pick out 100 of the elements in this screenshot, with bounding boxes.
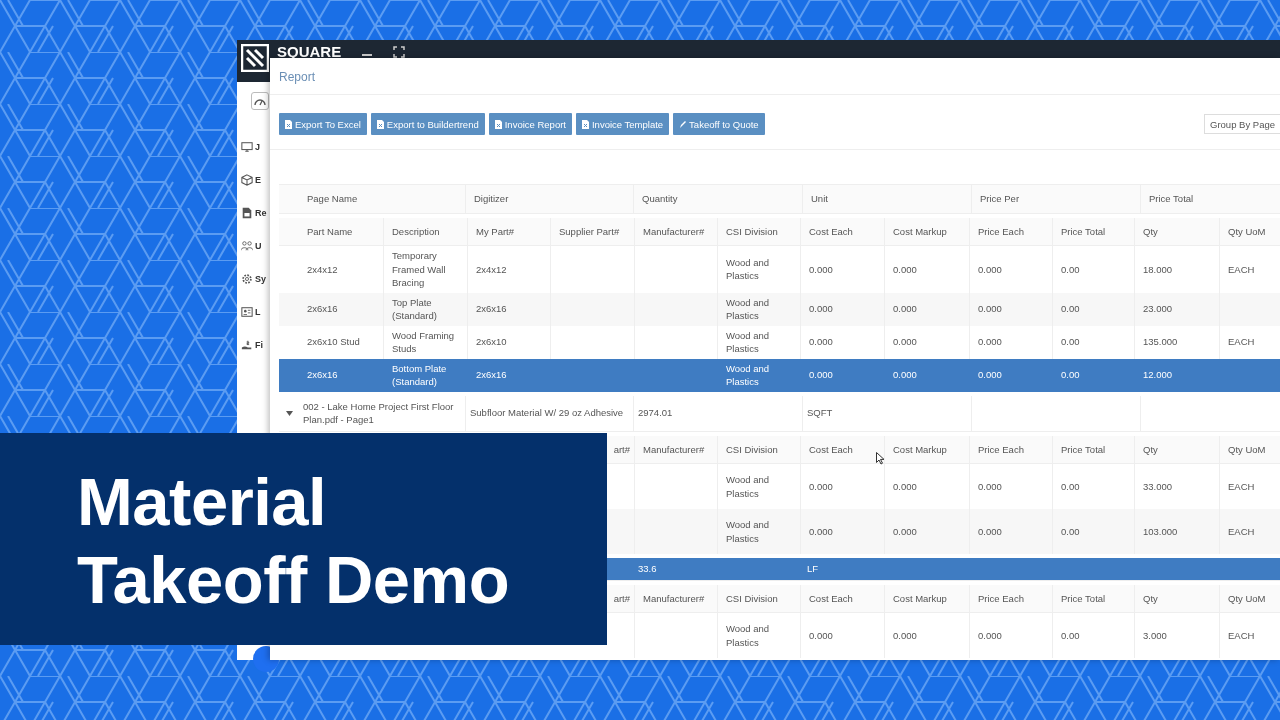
table-cell: EACH (1228, 262, 1255, 276)
sidebar-item[interactable]: Re (255, 207, 267, 218)
sidebar-item[interactable]: L (255, 306, 261, 317)
table-cell: 0.000 (893, 524, 917, 539)
column-header: Cost Each (809, 224, 853, 238)
table-cell: 0.000 (893, 262, 917, 276)
column-header: Cost Markup (893, 591, 947, 605)
table-cell: 2x6x16 (476, 302, 507, 316)
gauge-icon (254, 96, 266, 106)
column-header: Price Each (978, 442, 1024, 456)
table-cell: 2x6x10 Stud (307, 335, 360, 349)
sidebar-icon[interactable] (241, 239, 253, 252)
column-header: Manufacturer# (643, 224, 705, 238)
table-cell: 0.000 (809, 524, 833, 539)
column-header: CSI Division (726, 591, 778, 605)
table-cell: 2x6x10 (476, 335, 507, 349)
table-cell: 0.00 (1061, 524, 1080, 539)
sidebar-item[interactable]: Fi (255, 339, 263, 350)
column-header: CSI Division (726, 224, 778, 238)
column-header[interactable]: Digitizer (474, 192, 509, 206)
column-header[interactable]: Price Total (1149, 192, 1194, 206)
sidebar-icon[interactable] (241, 206, 253, 219)
table-cell: 135.000 (1143, 335, 1178, 349)
table-cell: 2x4x12 (476, 262, 507, 276)
column-header: Part Name (307, 224, 353, 238)
table-cell-text: Wood and Plastics (726, 295, 771, 323)
table-row[interactable]: 2x6x16 Top Plate (Standard) 2x6x16 Wood and Plastics 0.000 0.000 0.000 0.00 23.000 (279, 292, 1280, 326)
group-row[interactable]: 33.6 LF (607, 558, 1280, 581)
table-cell: 0.00 (1061, 628, 1080, 643)
expand-icon[interactable] (393, 46, 406, 58)
column-header: Cost Markup (893, 224, 947, 238)
table-cell: EACH (1228, 524, 1255, 539)
column-header[interactable]: Unit (811, 192, 828, 206)
table-cell: 0.00 (1061, 335, 1080, 349)
column-header: art# (613, 591, 630, 605)
table-cell: 23.000 (1143, 302, 1173, 316)
table-cell-text: Wood and Plastics (726, 473, 771, 500)
table-cell: EACH (1228, 479, 1255, 494)
table-cell-text: Wood and Plastics (726, 361, 771, 389)
file-icon (285, 119, 292, 129)
table-cell: 0.000 (893, 335, 917, 349)
table-cell: 0.000 (893, 479, 917, 494)
table-cell: 0.000 (809, 335, 833, 349)
sidebar-icon[interactable] (241, 338, 253, 351)
table-cell: 103.000 (1143, 524, 1178, 539)
table-cell: 0.000 (978, 262, 1002, 276)
column-header: Supplier Part# (559, 224, 620, 238)
dialog-title: Report (270, 58, 1280, 95)
column-header[interactable]: Quantity (642, 192, 678, 206)
column-header: Qty UoM (1228, 442, 1266, 456)
table-cell-text: Top Plate (Standard) (392, 295, 438, 323)
group-by-dropdown[interactable]: Group By Page (1204, 114, 1280, 134)
sidebar-icon[interactable] (241, 305, 253, 318)
column-header: CSI Division (726, 442, 778, 456)
table-cell: 0.00 (1061, 302, 1080, 316)
sidebar-icon[interactable] (241, 140, 253, 153)
sidebar-item[interactable]: E (255, 174, 261, 185)
table-cell-text: Temporary Framed Wall Bracing (392, 249, 447, 290)
table-cell: 0.000 (978, 628, 1002, 643)
table-row[interactable]: Wood and Plastics 0.000 0.000 0.000 0.00 103.000 EACH (607, 509, 1280, 554)
sidebar-item[interactable]: U (255, 240, 262, 251)
table-cell: 33.000 (1143, 479, 1173, 494)
table-cell-text: Wood and Plastics (726, 518, 771, 545)
table-cell: 0.000 (978, 524, 1002, 539)
column-header[interactable]: Price Per (980, 192, 1020, 206)
table-cell: 0.000 (893, 302, 917, 316)
group-row[interactable]: 002 - Lake Home Project First Floor Plan.pdf - Page1 Subfloor Material W/ 29 oz Adhesive 2974.01 SQFT (279, 395, 1280, 432)
caret-icon[interactable] (285, 410, 293, 416)
sidebar-item[interactable]: Sy (255, 273, 266, 284)
dashboard-button[interactable] (251, 92, 269, 110)
pencil-icon (679, 119, 687, 129)
table-cell: 0.00 (1061, 368, 1080, 382)
table-cell: 2x6x16 (476, 368, 507, 382)
file-icon (376, 119, 384, 129)
sidebar-item[interactable]: J (255, 141, 260, 152)
table-cell-text: Wood Framing Studs (392, 328, 456, 356)
column-header: art# (613, 442, 630, 456)
column-header: Price Total (1061, 591, 1106, 605)
table-cell: 0.000 (978, 302, 1002, 316)
table-cell-text: 002 - Lake Home Project First Floor Plan.pdf - Page1 (303, 399, 455, 427)
file-icon (582, 119, 589, 129)
table-cell: 0.000 (809, 368, 833, 382)
table-cell: EACH (1228, 335, 1255, 349)
table-row[interactable]: 2x6x16 Bottom Plate (Standard) 2x6x16 Wood and Plastics 0.000 0.000 0.000 0.00 12.000 (279, 358, 1280, 392)
table-cell: Subfloor Material W/ 29 oz Adhesive (470, 406, 624, 420)
sidebar-icon[interactable] (241, 272, 253, 285)
column-header: Qty UoM (1228, 591, 1266, 605)
logo-text: SQUARE (277, 45, 342, 59)
table-cell: 0.000 (809, 628, 833, 643)
column-header[interactable]: Page Name (307, 192, 358, 206)
table-cell: 33.6 (638, 562, 657, 576)
column-header: Price Each (978, 224, 1024, 238)
sidebar-icon[interactable] (241, 173, 253, 186)
table-cell: 2x6x16 (307, 368, 338, 382)
column-header: Qty (1143, 591, 1158, 605)
table-cell: 0.000 (978, 335, 1002, 349)
column-header: Qty (1143, 442, 1158, 456)
column-header: Description (392, 224, 440, 238)
table-cell: 3.000 (1143, 628, 1167, 643)
column-header: My Part# (476, 224, 514, 238)
